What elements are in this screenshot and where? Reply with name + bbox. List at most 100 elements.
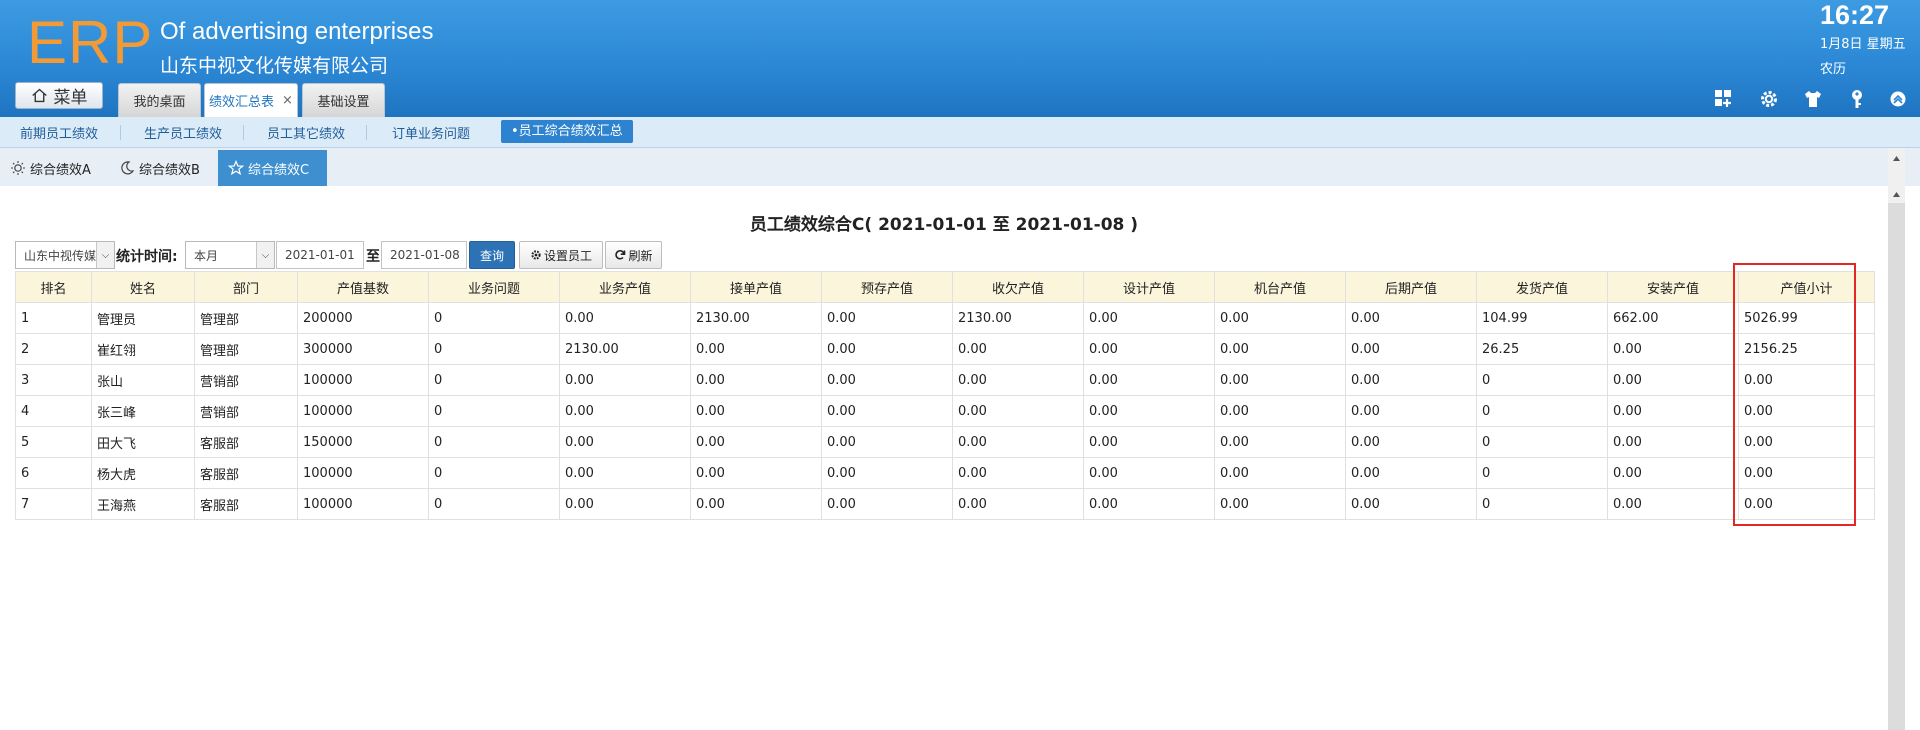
arrears-value-cell[interactable]: 0.00 <box>952 364 1084 396</box>
design-value-cell[interactable]: 0.00 <box>1083 395 1215 427</box>
install-value-cell[interactable]: 0.00 <box>1607 333 1739 365</box>
install-value-cell[interactable]: 0.00 <box>1607 457 1739 489</box>
post-value-cell[interactable]: 0.00 <box>1345 364 1477 396</box>
install-value-cell[interactable]: 0.00 <box>1607 488 1739 520</box>
prepaid-value-cell[interactable]: 0.00 <box>821 333 953 365</box>
prepaid-value-cell[interactable]: 0.00 <box>821 457 953 489</box>
tab-summary-c[interactable]: 综合绩效C <box>218 150 327 186</box>
column-header[interactable]: 安装产值 <box>1607 271 1739 303</box>
column-header[interactable]: 设计产值 <box>1083 271 1215 303</box>
machine-value-cell[interactable]: 0.00 <box>1214 488 1346 520</box>
name-cell[interactable]: 张山 <box>91 364 195 396</box>
tab-performance-summary[interactable]: 绩效汇总表 × <box>204 83 298 117</box>
name-cell[interactable]: 王海燕 <box>91 488 195 520</box>
design-value-cell[interactable]: 0.00 <box>1083 457 1215 489</box>
date-from-input[interactable]: 2021-01-01 <box>276 241 364 269</box>
prepaid-value-cell[interactable]: 0.00 <box>821 395 953 427</box>
column-header[interactable]: 产值小计 <box>1738 271 1875 303</box>
name-cell[interactable]: 崔红翎 <box>91 333 195 365</box>
install-value-cell[interactable]: 0.00 <box>1607 364 1739 396</box>
business-value-cell[interactable]: 0.00 <box>559 426 691 458</box>
shipping-value-cell[interactable]: 26.25 <box>1476 333 1608 365</box>
shipping-value-cell[interactable]: 0 <box>1476 488 1608 520</box>
query-button[interactable]: 查询 <box>469 241 515 269</box>
column-header[interactable]: 排名 <box>15 271 92 303</box>
shipping-value-cell[interactable]: 104.99 <box>1476 302 1608 334</box>
machine-value-cell[interactable]: 0.00 <box>1214 302 1346 334</box>
business-value-cell[interactable]: 0.00 <box>559 395 691 427</box>
shipping-value-cell[interactable]: 0 <box>1476 426 1608 458</box>
prepaid-value-cell[interactable]: 0.00 <box>821 302 953 334</box>
tab-summary-b[interactable]: 综合绩效B <box>109 150 210 186</box>
arrears-value-cell[interactable]: 0.00 <box>952 488 1084 520</box>
install-value-cell[interactable]: 0.00 <box>1607 395 1739 427</box>
column-header[interactable]: 业务产值 <box>559 271 691 303</box>
design-value-cell[interactable]: 0.00 <box>1083 364 1215 396</box>
business-value-cell[interactable]: 0.00 <box>559 364 691 396</box>
tab-summary-a[interactable]: 综合绩效A <box>0 150 101 186</box>
design-value-cell[interactable]: 0.00 <box>1083 426 1215 458</box>
machine-value-cell[interactable]: 0.00 <box>1214 457 1346 489</box>
subnav-staff-summary[interactable]: •员工综合绩效汇总 <box>501 120 633 143</box>
arrears-value-cell[interactable]: 0.00 <box>952 457 1084 489</box>
refresh-button[interactable]: 刷新 <box>605 241 662 269</box>
scroll-up-icon[interactable] <box>1892 190 1901 199</box>
name-cell[interactable]: 张三峰 <box>91 395 195 427</box>
post-value-cell[interactable]: 0.00 <box>1345 395 1477 427</box>
arrears-value-cell[interactable]: 0.00 <box>952 395 1084 427</box>
order-value-cell[interactable]: 0.00 <box>690 426 822 458</box>
prepaid-value-cell[interactable]: 0.00 <box>821 488 953 520</box>
key-icon[interactable] <box>1846 88 1868 110</box>
subnav-other-staff[interactable]: 员工其它绩效 <box>267 123 345 142</box>
shipping-value-cell[interactable]: 0 <box>1476 457 1608 489</box>
collapse-up-icon[interactable] <box>1887 88 1909 110</box>
column-header[interactable]: 机台产值 <box>1214 271 1346 303</box>
install-value-cell[interactable]: 0.00 <box>1607 426 1739 458</box>
design-value-cell[interactable]: 0.00 <box>1083 333 1215 365</box>
business-value-cell[interactable]: 0.00 <box>559 488 691 520</box>
business-value-cell[interactable]: 0.00 <box>559 457 691 489</box>
prepaid-value-cell[interactable]: 0.00 <box>821 364 953 396</box>
gear-icon[interactable] <box>1758 88 1780 110</box>
scroll-up-icon[interactable] <box>1892 154 1901 163</box>
machine-value-cell[interactable]: 0.00 <box>1214 426 1346 458</box>
column-header[interactable]: 姓名 <box>91 271 195 303</box>
name-cell[interactable]: 田大飞 <box>91 426 195 458</box>
close-icon[interactable]: × <box>282 93 293 108</box>
column-header[interactable]: 接单产值 <box>690 271 822 303</box>
period-select[interactable]: 本月 ⌵ <box>185 241 275 269</box>
menu-button[interactable]: 菜单 <box>15 82 103 109</box>
install-value-cell[interactable]: 662.00 <box>1607 302 1739 334</box>
subnav-early-staff[interactable]: 前期员工绩效 <box>20 123 98 142</box>
date-to-input[interactable]: 2021-01-08 <box>381 241 467 269</box>
arrears-value-cell[interactable]: 0.00 <box>952 333 1084 365</box>
order-value-cell[interactable]: 0.00 <box>690 457 822 489</box>
prepaid-value-cell[interactable]: 0.00 <box>821 426 953 458</box>
scrollbar-thumb[interactable] <box>1888 203 1905 730</box>
machine-value-cell[interactable]: 0.00 <box>1214 333 1346 365</box>
machine-value-cell[interactable]: 0.00 <box>1214 364 1346 396</box>
business-value-cell[interactable]: 2130.00 <box>559 333 691 365</box>
order-value-cell[interactable]: 0.00 <box>690 395 822 427</box>
order-value-cell[interactable]: 0.00 <box>690 364 822 396</box>
name-cell[interactable]: 杨大虎 <box>91 457 195 489</box>
order-value-cell[interactable]: 2130.00 <box>690 302 822 334</box>
business-value-cell[interactable]: 0.00 <box>559 302 691 334</box>
column-header[interactable]: 产值基数 <box>297 271 429 303</box>
post-value-cell[interactable]: 0.00 <box>1345 457 1477 489</box>
shirt-icon[interactable] <box>1802 88 1824 110</box>
post-value-cell[interactable]: 0.00 <box>1345 333 1477 365</box>
tab-my-desktop[interactable]: 我的桌面 <box>118 83 201 117</box>
company-select[interactable]: 山东中视传媒 ⌵ <box>15 241 115 269</box>
post-value-cell[interactable]: 0.00 <box>1345 426 1477 458</box>
column-header[interactable]: 发货产值 <box>1476 271 1608 303</box>
set-staff-button[interactable]: 设置员工 <box>519 241 603 269</box>
order-value-cell[interactable]: 0.00 <box>690 333 822 365</box>
name-cell[interactable]: 管理员 <box>91 302 195 334</box>
design-value-cell[interactable]: 0.00 <box>1083 302 1215 334</box>
tab-basic-settings[interactable]: 基础设置 <box>302 83 385 117</box>
order-value-cell[interactable]: 0.00 <box>690 488 822 520</box>
machine-value-cell[interactable]: 0.00 <box>1214 395 1346 427</box>
column-header[interactable]: 部门 <box>194 271 298 303</box>
column-header[interactable]: 收欠产值 <box>952 271 1084 303</box>
